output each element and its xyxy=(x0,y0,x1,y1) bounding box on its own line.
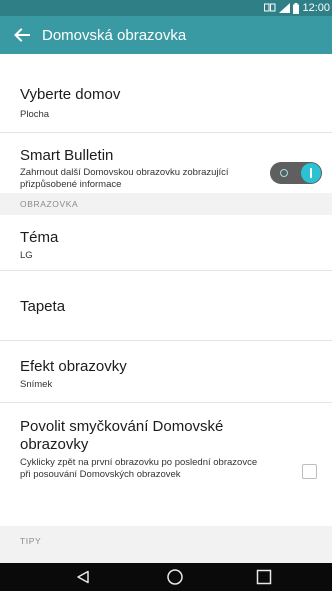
setting-screen-effect[interactable]: Efekt obrazovky Snímek xyxy=(0,341,332,402)
status-time: 12:00 xyxy=(302,2,330,14)
back-button[interactable] xyxy=(4,16,40,54)
setting-title: Efekt obrazovky xyxy=(20,358,127,375)
setting-theme[interactable]: Téma LG xyxy=(0,215,332,270)
setting-title: Téma xyxy=(20,229,59,246)
recents-square-icon xyxy=(256,569,272,585)
setting-description: Cyklicky zpět na první obrazovku po posl… xyxy=(20,457,258,480)
battery-icon xyxy=(293,2,300,14)
arrow-left-icon xyxy=(14,28,30,42)
setting-value: Plocha xyxy=(20,109,50,120)
navigation-bar xyxy=(0,563,332,591)
toggle-off-indicator xyxy=(280,169,288,177)
setting-value: LG xyxy=(20,250,33,261)
setting-loop-home-screens[interactable]: Povolit smyčkování Domovské obrazovky Cy… xyxy=(0,403,332,526)
toggle-on-indicator xyxy=(310,168,312,178)
setting-description: Zahrnout další Domovskou obrazovku zobra… xyxy=(20,167,229,190)
section-header-tips: TIPY xyxy=(0,526,332,563)
setting-title: Povolit smyčkování Domovské obrazovky xyxy=(20,418,224,453)
toggle-knob xyxy=(301,163,321,183)
section-label: TIPY xyxy=(20,536,42,546)
nav-back-button[interactable] xyxy=(63,565,103,589)
setting-wallpaper[interactable]: Tapeta xyxy=(0,271,332,340)
smart-bulletin-toggle[interactable] xyxy=(270,162,322,184)
signal-icon xyxy=(279,3,291,13)
nav-home-button[interactable] xyxy=(155,565,195,589)
page-title: Domovská obrazovka xyxy=(42,26,187,44)
setting-select-home[interactable]: Vyberte domov Plocha xyxy=(0,54,332,132)
app-bar: Domovská obrazovka xyxy=(0,16,332,54)
section-header-screen: OBRAZOVKA xyxy=(0,193,332,215)
setting-value: Snímek xyxy=(20,379,53,390)
setting-title: Vyberte domov xyxy=(20,86,121,103)
home-circle-icon xyxy=(167,569,183,585)
back-triangle-icon xyxy=(77,570,89,584)
setting-title: Smart Bulletin xyxy=(20,147,114,164)
section-label: OBRAZOVKA xyxy=(20,199,79,209)
dual-sim-icon xyxy=(264,3,276,12)
nav-recents-button[interactable] xyxy=(244,565,284,589)
setting-title: Tapeta xyxy=(20,298,66,315)
status-bar: 12:00 xyxy=(0,0,332,16)
status-icons: 12:00 xyxy=(264,1,330,15)
loop-home-screens-checkbox[interactable] xyxy=(302,464,317,479)
